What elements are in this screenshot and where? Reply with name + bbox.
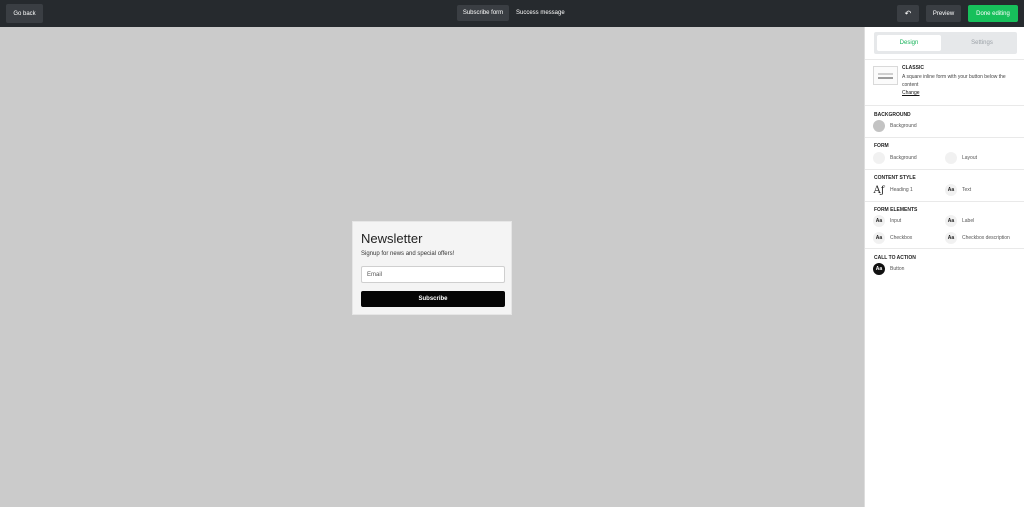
panel-tabs: Design Settings (874, 32, 1017, 54)
top-bar: Go back Subscribe form Success message ↶… (0, 0, 1024, 27)
section-background-title: BACKGROUND (874, 112, 911, 118)
layout-swatch (945, 152, 957, 164)
heading-style-item[interactable]: Aƒ Heading 1 (873, 184, 913, 196)
form-layout-item[interactable]: Layout (945, 152, 977, 164)
preview-button[interactable]: Preview (926, 5, 961, 22)
tab-subscribe-form[interactable]: Subscribe form (457, 5, 509, 21)
divider (865, 169, 1024, 170)
input-font-icon: Aa (873, 215, 885, 227)
email-input[interactable]: Email (361, 266, 505, 283)
section-form-elements-title: FORM ELEMENTS (874, 207, 918, 213)
button-style-item[interactable]: Aa Button (873, 263, 904, 275)
button-font-icon: Aa (873, 263, 885, 275)
label-font-icon: Aa (945, 215, 957, 227)
input-style-item[interactable]: Aa Input (873, 215, 901, 227)
item-label: Background (890, 155, 917, 161)
divider (865, 137, 1024, 138)
section-content-style-title: CONTENT STYLE (874, 175, 916, 181)
template-thumbnail[interactable] (873, 66, 898, 85)
checkbox-description-font-icon: Aa (945, 232, 957, 244)
divider (865, 248, 1024, 249)
design-panel: Design Settings CLASSIC A square inline … (864, 27, 1024, 507)
checkbox-description-style-item[interactable]: Aa Checkbox description (945, 232, 1010, 244)
template-name: CLASSIC (902, 65, 924, 71)
divider (865, 59, 1024, 60)
tab-settings[interactable]: Settings (950, 35, 1014, 51)
change-template-link[interactable]: Change (902, 90, 920, 96)
label-style-item[interactable]: Aa Label (945, 215, 974, 227)
template-description: A square inline form with your button be… (902, 74, 1006, 88)
color-swatch (873, 120, 885, 132)
color-swatch (873, 152, 885, 164)
text-style-item[interactable]: Aa Text (945, 184, 971, 196)
go-back-button[interactable]: Go back (6, 4, 43, 23)
item-label: Text (962, 187, 972, 193)
tab-success-message[interactable]: Success message (516, 5, 565, 21)
checkbox-font-icon: Aa (873, 232, 885, 244)
undo-button[interactable]: ↶ (897, 5, 919, 22)
form-subtitle[interactable]: Signup for news and special offers! (361, 251, 454, 257)
text-font-icon: Aa (945, 184, 957, 196)
item-label: Background (890, 123, 917, 129)
item-label: Label (962, 218, 975, 224)
background-color-item[interactable]: Background (873, 120, 917, 132)
item-label: Input (890, 218, 902, 224)
form-title[interactable]: Newsletter (361, 231, 422, 246)
heading-font-icon: Aƒ (873, 184, 885, 196)
item-label: Checkbox description (962, 235, 1010, 241)
divider (865, 201, 1024, 202)
item-label: Checkbox (890, 235, 913, 241)
subscribe-button[interactable]: Subscribe (361, 291, 505, 307)
tab-design[interactable]: Design (877, 35, 941, 51)
item-label: Heading 1 (890, 187, 913, 193)
divider (865, 105, 1024, 106)
newsletter-form-preview[interactable]: Newsletter Signup for news and special o… (352, 221, 512, 315)
undo-icon: ↶ (904, 9, 912, 18)
done-editing-button[interactable]: Done editing (968, 5, 1018, 22)
section-form-title: FORM (874, 143, 889, 149)
section-cta-title: CALL TO ACTION (874, 255, 916, 261)
form-background-item[interactable]: Background (873, 152, 917, 164)
checkbox-style-item[interactable]: Aa Checkbox (873, 232, 912, 244)
item-label: Button (890, 266, 905, 272)
item-label: Layout (962, 155, 978, 161)
